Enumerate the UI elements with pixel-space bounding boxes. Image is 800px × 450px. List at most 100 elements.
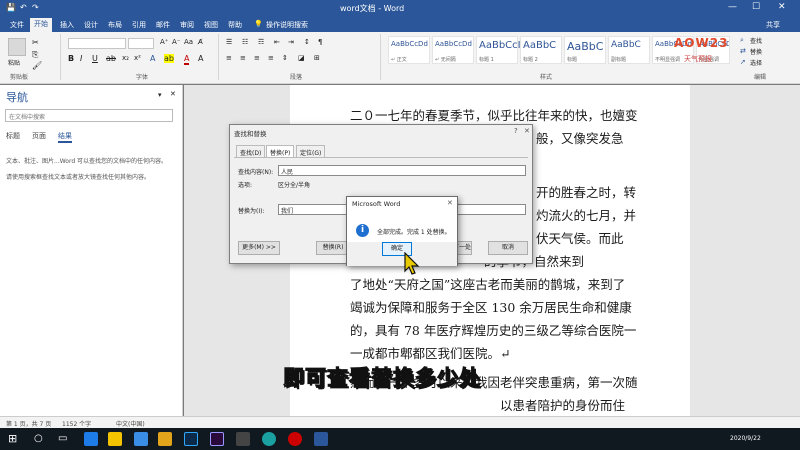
align-left-icon[interactable]: ≡ <box>226 54 232 62</box>
recorder-icon[interactable] <box>288 432 302 446</box>
change-case-icon[interactable]: Aa <box>184 38 193 46</box>
file-explorer-icon[interactable] <box>108 432 122 446</box>
close-icon[interactable]: ✕ <box>524 127 530 135</box>
shrink-font-icon[interactable]: A⁻ <box>172 38 180 46</box>
app-icon[interactable] <box>134 432 148 446</box>
save-icon[interactable]: 💾 <box>6 3 16 12</box>
line-spacing-icon[interactable]: ⇕ <box>282 54 288 62</box>
bold-icon[interactable]: B <box>68 54 74 63</box>
select-button[interactable]: 选择 <box>750 58 762 67</box>
tab-view[interactable]: 视图 <box>200 19 222 31</box>
tab-mailings[interactable]: 邮件 <box>152 19 174 31</box>
cut-icon[interactable]: ✂ <box>32 38 39 47</box>
tab-design[interactable]: 设计 <box>80 19 102 31</box>
chrome-icon[interactable] <box>158 432 172 446</box>
style-no-spacing[interactable]: AaBbCcDd ↵ 无间隔 <box>432 36 474 64</box>
maximize-button[interactable]: ☐ <box>752 2 760 12</box>
find-input[interactable]: 人民 <box>278 165 526 176</box>
nav-tab-pages[interactable]: 页面 <box>32 131 46 141</box>
superscript-icon[interactable]: x² <box>134 54 141 62</box>
help-icon[interactable]: ? <box>514 127 518 135</box>
minimize-button[interactable]: — <box>728 2 737 12</box>
increase-indent-icon[interactable]: ⇥ <box>288 38 294 46</box>
tab-references[interactable]: 引用 <box>128 19 150 31</box>
photoshop-icon[interactable] <box>184 432 198 446</box>
tab-layout[interactable]: 布局 <box>104 19 126 31</box>
doc-line: 了地处“天府之国”这座古老而美丽的鹊城，来到了 <box>350 277 626 292</box>
edge-icon[interactable] <box>84 432 98 446</box>
chevron-down-icon[interactable]: ▾ <box>158 91 162 99</box>
undo-icon[interactable]: ↶ <box>20 3 27 12</box>
style-heading-1[interactable]: AaBbCcI 标题 1 <box>476 36 521 64</box>
clear-format-icon[interactable]: A̸ <box>198 38 203 46</box>
style-subtitle[interactable]: AaBbC 副标题 <box>608 36 650 64</box>
font-name-select[interactable] <box>68 38 126 49</box>
word-count[interactable]: 1152 个字 <box>62 419 91 428</box>
font-size-select[interactable] <box>128 38 154 49</box>
bullets-icon[interactable]: ☰ <box>226 38 232 46</box>
close-icon[interactable]: ✕ <box>447 199 453 207</box>
subscript-icon[interactable]: x₂ <box>122 54 129 62</box>
cancel-button[interactable]: 取消 <box>488 241 528 255</box>
tab-insert[interactable]: 插入 <box>56 19 78 31</box>
search-icon[interactable]: ○ <box>34 433 43 444</box>
premiere-icon[interactable] <box>210 432 224 446</box>
grow-font-icon[interactable]: A⁺ <box>160 38 168 46</box>
char-shading-icon[interactable]: A <box>198 54 203 63</box>
replace-icon[interactable]: ⇄ <box>740 47 746 55</box>
nav-tab-results[interactable]: 结果 <box>58 131 72 143</box>
find-icon[interactable]: ⌕ <box>740 36 744 45</box>
font-color-icon[interactable]: A <box>184 54 190 65</box>
justify-icon[interactable]: ≡ <box>268 54 274 62</box>
tab-review[interactable]: 审阅 <box>176 19 198 31</box>
divider <box>380 34 381 80</box>
borders-icon[interactable]: ⊞ <box>314 54 320 62</box>
app-icon[interactable] <box>262 432 276 446</box>
tab-help[interactable]: 帮助 <box>224 19 246 31</box>
copy-icon[interactable]: ⎘ <box>32 50 38 60</box>
close-icon[interactable]: ✕ <box>170 90 176 98</box>
nav-tab-headings[interactable]: 标题 <box>6 131 20 141</box>
tab-goto[interactable]: 定位(G) <box>296 145 326 157</box>
show-marks-icon[interactable]: ¶ <box>318 38 322 46</box>
tab-replace[interactable]: 替换(P) <box>266 145 295 157</box>
redo-icon[interactable]: ↷ <box>32 3 39 12</box>
close-button[interactable]: ✕ <box>778 2 786 12</box>
tab-home[interactable]: 开始 <box>30 18 52 32</box>
format-painter-icon[interactable]: 🖌 <box>32 61 42 70</box>
style-label: ↵ 无间隔 <box>435 57 456 63</box>
numbering-icon[interactable]: ☷ <box>242 38 248 46</box>
strikethrough-icon[interactable]: ab <box>106 54 116 63</box>
decrease-indent-icon[interactable]: ⇤ <box>274 38 280 46</box>
task-view-icon[interactable]: ▭ <box>58 433 67 444</box>
shading-icon[interactable]: ◪ <box>298 54 305 62</box>
find-button[interactable]: 查找 <box>750 36 762 45</box>
style-title[interactable]: AaBbC 标题 <box>564 36 606 64</box>
more-button[interactable]: 更多(M) >> <box>238 241 280 255</box>
tell-me-search[interactable]: 操作说明搜索 <box>262 19 312 31</box>
highlight-icon[interactable]: ab <box>164 54 174 63</box>
nav-search-input[interactable]: 在文档中搜索 <box>5 109 173 122</box>
paste-icon[interactable] <box>8 38 26 56</box>
replace-button[interactable]: 替换 <box>750 47 762 56</box>
clock[interactable]: 2020/9/22 <box>730 435 761 442</box>
align-center-icon[interactable]: ≡ <box>240 54 246 62</box>
select-icon[interactable]: ➚ <box>740 58 746 66</box>
app-icon[interactable] <box>236 432 250 446</box>
word-icon[interactable] <box>314 432 328 446</box>
tab-file[interactable]: 文件 <box>6 19 28 31</box>
align-right-icon[interactable]: ≡ <box>254 54 260 62</box>
page-count[interactable]: 第 1 页，共 7 页 <box>6 419 51 428</box>
text-effects-icon[interactable]: A <box>150 54 155 63</box>
italic-icon[interactable]: I <box>80 54 82 63</box>
windows-start-icon[interactable]: ⊞ <box>8 432 17 445</box>
sort-icon[interactable]: ↕ <box>304 38 310 46</box>
tab-find[interactable]: 查找(D) <box>236 145 266 157</box>
language[interactable]: 中文(中国) <box>116 419 145 428</box>
multilevel-list-icon[interactable]: ☶ <box>258 38 264 46</box>
style-heading-2[interactable]: AaBbC 标题 2 <box>520 36 562 64</box>
replace-button[interactable]: 替换(R) <box>316 241 350 255</box>
style-normal[interactable]: AaBbCcDd ↵ 正文 <box>388 36 430 64</box>
share-button[interactable]: 共享 <box>762 19 784 31</box>
underline-icon[interactable]: U <box>92 54 98 63</box>
